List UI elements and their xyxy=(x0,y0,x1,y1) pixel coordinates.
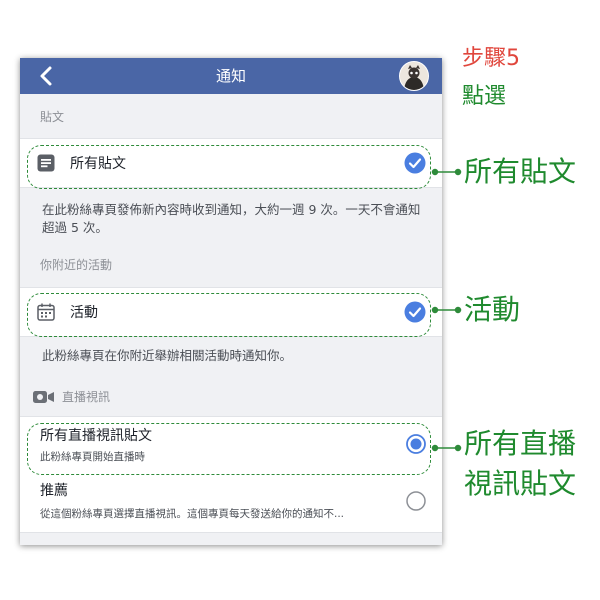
callout-all-live-line1: 所有直播 xyxy=(464,427,577,460)
callout-events: 活動 xyxy=(464,293,521,326)
callout-all-posts: 所有貼文 xyxy=(464,155,577,188)
step-number: 步驟5 xyxy=(462,46,520,71)
callout-all-live-line2: 視訊貼文 xyxy=(464,467,577,500)
step-action: 點選 xyxy=(462,84,507,109)
